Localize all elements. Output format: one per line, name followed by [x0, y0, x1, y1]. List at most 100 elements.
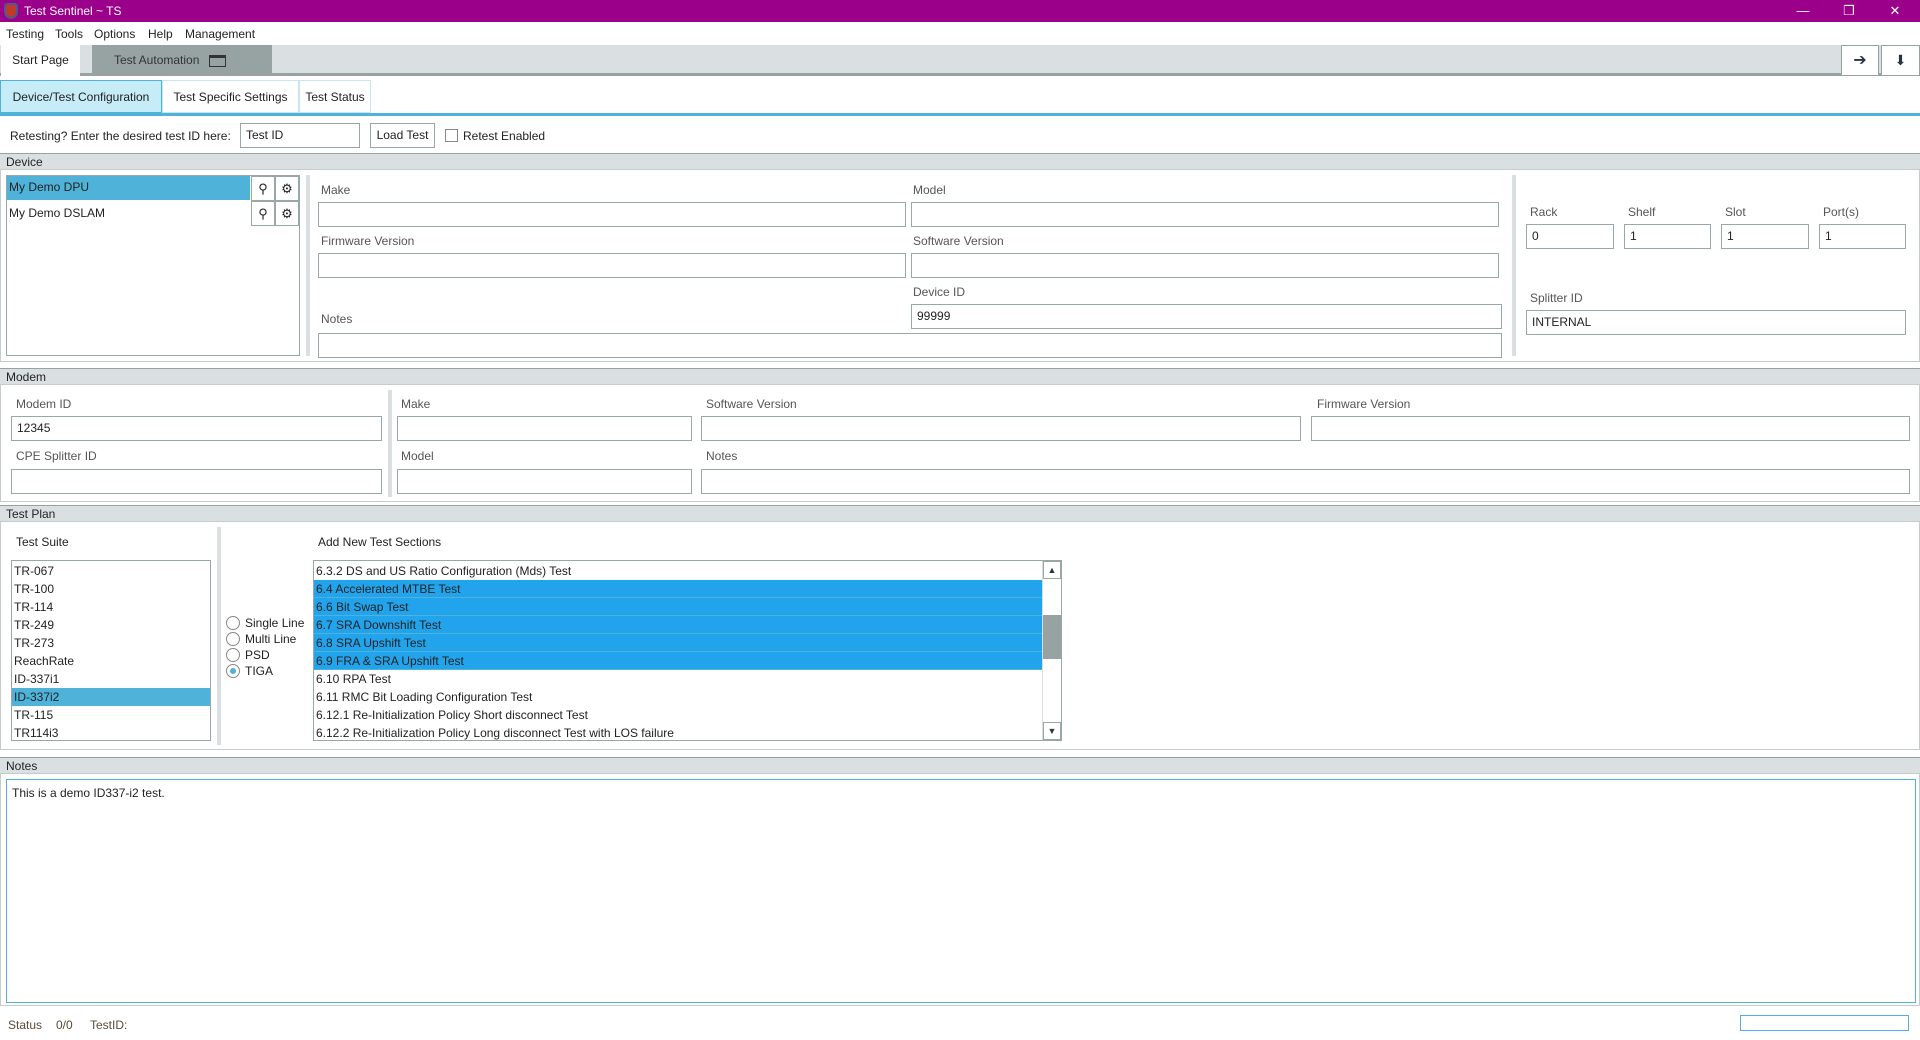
- modem-notes-input[interactable]: [701, 469, 1910, 494]
- modem-model-label: Model: [401, 449, 434, 463]
- device-notes-input[interactable]: [318, 333, 1502, 358]
- test-suite-item[interactable]: TR-114: [12, 598, 210, 616]
- divider: [306, 175, 310, 356]
- ports-label: Port(s): [1823, 205, 1859, 219]
- device-item-dpu[interactable]: My Demo DPU: [7, 176, 250, 200]
- radio-circle-icon: [226, 632, 240, 646]
- search-icon[interactable]: ⚲: [251, 201, 275, 226]
- test-sections-label: Add New Test Sections: [318, 535, 442, 549]
- menu-management[interactable]: Management: [185, 27, 255, 41]
- shelf-input[interactable]: 1: [1624, 224, 1711, 249]
- test-section-item[interactable]: 6.6 Bit Swap Test: [314, 598, 1043, 616]
- shelf-label: Shelf: [1628, 205, 1656, 219]
- notes-section: This is a demo ID337-i2 test.: [0, 774, 1920, 1006]
- test-section-item[interactable]: 6.12.1 Re-Initialization Policy Short di…: [314, 706, 1043, 724]
- slot-input[interactable]: 1: [1721, 224, 1809, 249]
- test-suite-item[interactable]: TR-100: [12, 580, 210, 598]
- firmware-label: Firmware Version: [321, 234, 415, 248]
- modem-make-input[interactable]: [397, 416, 692, 441]
- cpe-splitter-input[interactable]: [11, 469, 382, 494]
- test-id-input[interactable]: Test ID: [240, 123, 360, 148]
- test-section-item[interactable]: 6.11 RMC Bit Loading Configuration Test: [314, 688, 1043, 706]
- modem-id-label: Modem ID: [16, 397, 72, 411]
- radio-circle-icon: [226, 616, 240, 630]
- modem-make-label: Make: [401, 397, 431, 411]
- notes-label: Notes: [321, 312, 353, 326]
- test-suite-item[interactable]: ReachRate: [12, 652, 210, 670]
- test-section-item[interactable]: 6.9 FRA & SRA Upshift Test: [314, 652, 1043, 670]
- restore-button[interactable]: ❐: [1826, 0, 1872, 22]
- retest-enabled-label: Retest Enabled: [463, 129, 546, 143]
- make-label: Make: [321, 183, 351, 197]
- tab-test-specific-settings[interactable]: Test Specific Settings: [162, 80, 299, 113]
- retest-enabled-checkbox[interactable]: [445, 129, 458, 142]
- modem-model-input[interactable]: [397, 469, 692, 494]
- gear-icon[interactable]: ⚙: [275, 176, 299, 201]
- menu-tools[interactable]: Tools: [55, 27, 83, 41]
- gear-icon[interactable]: ⚙: [275, 201, 299, 226]
- arrow-down-icon[interactable]: ⬇: [1881, 45, 1920, 76]
- scroll-down-icon[interactable]: ▼: [1043, 722, 1061, 740]
- test-section-item[interactable]: 6.10 RPA Test: [314, 670, 1043, 688]
- device-item-dslam[interactable]: My Demo DSLAM: [7, 202, 250, 226]
- load-test-button[interactable]: Load Test: [370, 123, 435, 148]
- device-model-input[interactable]: [911, 202, 1499, 227]
- progress-bar: [1740, 1015, 1909, 1031]
- test-suite-item[interactable]: TR114i3: [12, 724, 210, 742]
- scrollbar[interactable]: ▲ ▼: [1042, 561, 1061, 740]
- test-suite-item[interactable]: TR-273: [12, 634, 210, 652]
- modem-software-input[interactable]: [701, 416, 1301, 441]
- modem-notes-label: Notes: [706, 449, 738, 463]
- software-label: Software Version: [913, 234, 1004, 248]
- menu-testing[interactable]: Testing: [6, 27, 44, 41]
- test-suite-item[interactable]: TR-067: [12, 562, 210, 580]
- test-section-item[interactable]: 6.3.2 DS and US Ratio Configuration (Mds…: [314, 562, 1043, 580]
- test-section-item[interactable]: 6.4 Accelerated MTBE Test: [314, 580, 1043, 598]
- device-software-input[interactable]: [911, 253, 1499, 278]
- device-list[interactable]: My Demo DPU My Demo DSLAM ⚲ ⚙ ⚲ ⚙: [6, 175, 300, 356]
- modem-firmware-label: Firmware Version: [1317, 397, 1411, 411]
- tab-start-page[interactable]: Start Page: [1, 45, 80, 76]
- slot-label: Slot: [1725, 205, 1746, 219]
- tab-device-test-configuration[interactable]: Device/Test Configuration: [0, 80, 162, 113]
- radio-circle-icon: [226, 664, 240, 678]
- test-sections-list[interactable]: 6.3.2 DS and US Ratio Configuration (Mds…: [313, 560, 1062, 741]
- search-icon[interactable]: ⚲: [251, 176, 275, 201]
- modem-id-input[interactable]: 12345: [11, 416, 382, 441]
- arrow-right-icon[interactable]: ➔: [1841, 45, 1879, 76]
- menu-help[interactable]: Help: [148, 27, 173, 41]
- device-section: My Demo DPU My Demo DSLAM ⚲ ⚙ ⚲ ⚙ Make M…: [0, 170, 1920, 362]
- modem-firmware-input[interactable]: [1311, 416, 1910, 441]
- tab-underline: [0, 113, 1920, 116]
- ports-input[interactable]: 1: [1819, 224, 1906, 249]
- document-tab-bar: Start Page Test Automation X ➔ ⬇: [0, 45, 1920, 98]
- notes-textarea[interactable]: This is a demo ID337-i2 test.: [6, 779, 1916, 1003]
- window-icon: [208, 54, 226, 67]
- scroll-thumb[interactable]: [1043, 615, 1061, 659]
- test-suite-item[interactable]: TR-249: [12, 616, 210, 634]
- test-section-item[interactable]: 6.8 SRA Upshift Test: [314, 634, 1043, 652]
- minimize-button[interactable]: —: [1780, 0, 1826, 22]
- tab-test-status[interactable]: Test Status: [299, 80, 371, 113]
- test-section-item[interactable]: 6.12.2 Re-Initialization Policy Long dis…: [314, 724, 1043, 742]
- device-firmware-input[interactable]: [318, 253, 906, 278]
- tab-label: Test Automation: [114, 53, 200, 67]
- device-id-input[interactable]: 99999: [911, 304, 1502, 329]
- test-suite-item[interactable]: ID-337i2: [12, 688, 210, 706]
- radio-circle-icon: [226, 648, 240, 662]
- device-make-input[interactable]: [318, 202, 906, 227]
- scroll-up-icon[interactable]: ▲: [1043, 561, 1061, 579]
- status-test-id: TestID:: [90, 1018, 128, 1032]
- window-title: Test Sentinel ~ TS: [24, 4, 122, 18]
- splitter-id-input[interactable]: INTERNAL: [1526, 310, 1906, 335]
- test-suite-list[interactable]: TR-067 TR-100 TR-114 TR-249 TR-273 ReachRate I…: [11, 560, 211, 741]
- radio-label: Single Line: [245, 616, 305, 630]
- title-bar: Test Sentinel ~ TS — ❐ ✕: [0, 0, 1920, 22]
- rack-input[interactable]: 0: [1526, 224, 1614, 249]
- close-window-button[interactable]: ✕: [1872, 0, 1918, 22]
- test-suite-item[interactable]: ID-337i1: [12, 670, 210, 688]
- test-suite-item[interactable]: TR-115: [12, 706, 210, 724]
- tab-test-automation[interactable]: Test Automation X: [92, 45, 272, 98]
- menu-options[interactable]: Options: [94, 27, 135, 41]
- test-section-item[interactable]: 6.7 SRA Downshift Test: [314, 616, 1043, 634]
